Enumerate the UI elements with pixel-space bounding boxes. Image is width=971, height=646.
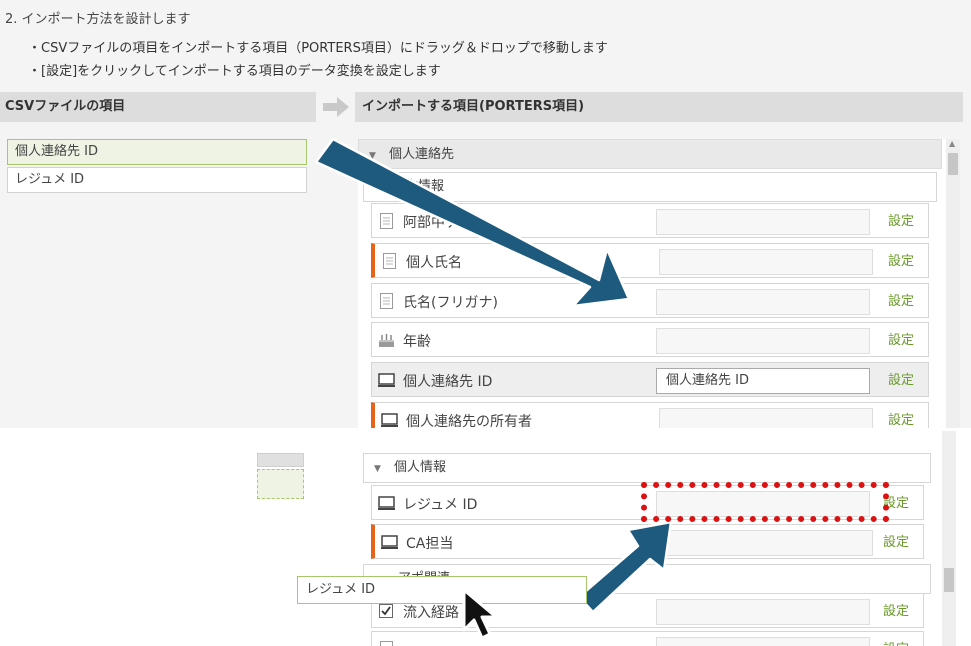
field-label: 氏名(フリガナ) xyxy=(403,295,498,311)
drop-target-highlight xyxy=(641,482,889,522)
step-title: 2. インポート方法を設計します xyxy=(5,12,191,27)
field-row-person-name[interactable]: 個人氏名 設定 xyxy=(371,243,929,278)
checkbox-icon xyxy=(379,604,393,618)
field-label: 年齢 xyxy=(403,334,431,350)
chevron-down-icon: ▼ xyxy=(374,464,381,474)
field-row-next[interactable]: 設定 xyxy=(371,631,924,646)
tree-scrollbar-lower[interactable] xyxy=(942,431,956,646)
monitor-icon xyxy=(381,413,398,427)
monitor-icon xyxy=(378,373,395,387)
import-design-panel: 2. インポート方法を設計します ・CSVファイルの項目をインポートする項目（P… xyxy=(0,0,971,428)
field-row-age[interactable]: 年齢 設定 xyxy=(371,322,929,357)
mouse-cursor-icon xyxy=(462,588,498,640)
document-icon xyxy=(380,213,393,229)
set-button[interactable]: 設定 xyxy=(888,329,914,348)
birthday-cake-icon xyxy=(379,334,394,347)
field-drop-input[interactable] xyxy=(656,599,870,625)
set-button[interactable]: 設定 xyxy=(888,369,914,388)
set-button[interactable]: 設定 xyxy=(888,290,914,309)
field-drop-input[interactable] xyxy=(659,249,873,275)
field-row-name-kana[interactable]: 氏名(フリガナ) 設定 xyxy=(371,283,929,318)
set-button[interactable]: 設定 xyxy=(888,409,914,428)
set-button[interactable]: 設定 xyxy=(888,210,914,229)
instruction-settings: ・[設定]をクリックしてインポートする項目のデータ変換を設定します xyxy=(28,64,441,79)
group-row-contact[interactable]: ▼ 個人連絡先 xyxy=(358,139,942,169)
csv-item-edge xyxy=(257,453,304,467)
field-drop-input[interactable] xyxy=(656,209,870,235)
document-icon xyxy=(383,253,396,269)
field-drop-input[interactable]: 個人連絡先 ID xyxy=(656,368,870,394)
set-button[interactable]: 設定 xyxy=(883,638,909,646)
subgroup-label: 個人情報 xyxy=(394,460,447,475)
field-label: レジュメ ID xyxy=(403,497,478,513)
scroll-thumb[interactable] xyxy=(944,568,954,592)
field-row-contact-owner[interactable]: 個人連絡先の所有者 設定 xyxy=(371,402,929,428)
document-icon xyxy=(380,293,393,309)
csv-drag-placeholder xyxy=(257,469,304,499)
set-button[interactable]: 設定 xyxy=(888,250,914,269)
import-column-header: インポートする項目(PORTERS項目) xyxy=(355,92,963,122)
field-row-contact-id[interactable]: 個人連絡先 ID 個人連絡先 ID 設定 xyxy=(371,362,929,397)
chevron-down-icon: ▼ xyxy=(369,151,376,161)
field-drop-input[interactable] xyxy=(659,530,873,556)
field-drop-input[interactable] xyxy=(656,637,870,646)
field-drop-input[interactable] xyxy=(659,408,873,428)
csv-item-resume-id[interactable]: レジュメ ID xyxy=(7,167,307,193)
field-label: 流入経路 xyxy=(403,605,459,621)
field-label: 個人連絡先 ID xyxy=(403,374,493,390)
csv-column-header: CSVファイルの項目 xyxy=(0,92,316,122)
field-label: 個人氏名 xyxy=(406,255,462,271)
document-icon xyxy=(380,641,393,646)
arrow-right-icon xyxy=(323,97,349,117)
subgroup-row-personal[interactable]: ▼ 個人情報 xyxy=(363,453,931,483)
instruction-drag: ・CSVファイルの項目をインポートする項目（PORTERS項目）にドラッグ＆ドロ… xyxy=(28,41,608,56)
field-label: CA担当 xyxy=(406,536,454,552)
tree-scrollbar[interactable]: ▲ xyxy=(946,139,960,428)
field-row-ca-owner[interactable]: CA担当 設定 xyxy=(371,524,924,559)
drag-ghost-resume-id[interactable]: レジュメ ID xyxy=(297,576,587,604)
field-drop-input[interactable] xyxy=(656,328,870,354)
scroll-thumb[interactable] xyxy=(948,153,958,175)
scroll-up-icon[interactable]: ▲ xyxy=(949,139,955,148)
set-button[interactable]: 設定 xyxy=(883,600,909,619)
subgroup-row-basic[interactable]: 基本情報 xyxy=(363,172,937,202)
monitor-icon xyxy=(378,496,395,510)
group-label: 個人連絡先 xyxy=(389,147,455,162)
csv-item-contact-id[interactable]: 個人連絡先 ID xyxy=(7,139,307,165)
monitor-icon xyxy=(381,535,398,549)
field-label: 阿部中テスト xyxy=(403,215,487,231)
field-label: 個人連絡先の所有者 xyxy=(406,414,532,428)
field-drop-input[interactable] xyxy=(656,289,870,315)
set-button[interactable]: 設定 xyxy=(883,531,909,550)
subgroup-label: 基本情報 xyxy=(392,179,445,194)
field-row-abe-test[interactable]: 阿部中テスト 設定 xyxy=(371,203,929,238)
